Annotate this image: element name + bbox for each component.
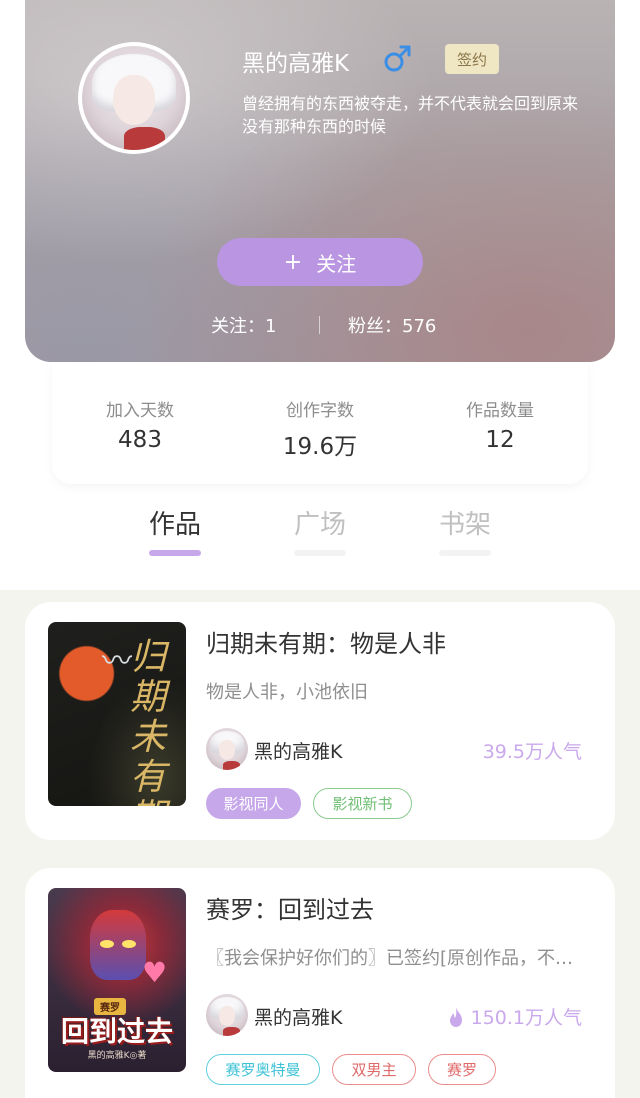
author-name: 黑的高雅K — [254, 1007, 343, 1029]
book-cover[interactable]: 〰 归期未有期 — [48, 622, 186, 806]
profile-bio: 曾经拥有的东西被夺走，并不代表就会回到原来没有那种东西的时候 — [242, 94, 579, 136]
work-title: 赛罗：回到过去 — [206, 896, 374, 924]
popularity-text: 150.1万人气 — [470, 1007, 582, 1029]
tag[interactable]: 赛罗奥特曼 — [206, 1054, 320, 1085]
male-icon — [384, 45, 411, 72]
stat-word-count: 创作字数 19.6万 — [240, 396, 400, 461]
tab-square[interactable]: 广场 — [280, 504, 360, 556]
work-description: 〖我会保护好你们的〗已签约[原创作品，不喜勿喷] — [206, 948, 586, 969]
author-row: 黑的高雅K 150.1万人气 — [206, 994, 586, 1036]
divider — [319, 316, 320, 334]
active-tab-indicator — [149, 550, 201, 556]
author-avatar — [206, 994, 248, 1036]
stat-label: 创作字数 — [286, 401, 354, 421]
heart-icon: ♥ — [142, 956, 168, 989]
work-title: 归期未有期：物是人非 — [206, 630, 446, 658]
stat-works-count: 作品数量 12 — [420, 396, 580, 453]
plus-icon: + — [283, 249, 303, 275]
tag[interactable]: 双男主 — [332, 1054, 416, 1085]
cover-author: 黑的高雅K◎著 — [87, 1051, 147, 1061]
cover-character — [90, 910, 146, 980]
follow-button-label: 关注 — [316, 251, 357, 276]
follow-button[interactable]: + 关注 — [217, 238, 423, 286]
tag[interactable]: 影视新书 — [313, 788, 412, 819]
username: 黑的高雅K — [242, 51, 350, 77]
popularity-text: 39.5万人气 — [482, 741, 582, 763]
avatar-image — [82, 46, 186, 150]
tag[interactable]: 影视同人 — [206, 788, 301, 819]
cover-title: 回到过去 — [60, 1015, 173, 1048]
popularity: 39.5万人气 — [483, 737, 582, 764]
tab-label: 广场 — [293, 510, 346, 540]
following-count[interactable]: 关注：1 — [211, 312, 276, 338]
tab-label: 书架 — [438, 510, 491, 540]
author-avatar — [206, 728, 248, 770]
work-card[interactable]: ♥ 赛罗 回到过去 黑的高雅K◎著 赛罗：回到过去 〖我会保护好你们的〗已签约[… — [25, 868, 615, 1098]
tab-indicator-inactive — [439, 550, 491, 556]
stats-card: 加入天数 483 创作字数 19.6万 作品数量 12 — [52, 362, 588, 484]
tag[interactable]: 赛罗 — [428, 1054, 496, 1085]
stat-label: 作品数量 — [466, 401, 534, 421]
fans-count[interactable]: 粉丝：576 — [348, 312, 436, 338]
cover-title: 归期未有期 — [129, 637, 166, 807]
profile-header: 黑的高雅K 签约 曾经拥有的东西被夺走，并不代表就会回到原来没有那种东西的时候 … — [25, 0, 615, 362]
work-card[interactable]: 〰 归期未有期 归期未有期：物是人非 物是人非，小池依旧 黑的高雅K 39.5万… — [25, 602, 615, 840]
work-description: 物是人非，小池依旧 — [206, 682, 368, 703]
author-row: 黑的高雅K 39.5万人气 — [206, 728, 586, 770]
stat-value: 12 — [485, 427, 515, 453]
popularity: 150.1万人气 — [447, 1003, 582, 1030]
stat-value: 483 — [118, 427, 162, 453]
book-cover[interactable]: ♥ 赛罗 回到过去 黑的高雅K◎著 — [48, 888, 186, 1072]
tag-list: 影视同人 影视新书 — [206, 788, 606, 820]
profile-tabs: 作品 广场 书架 — [0, 504, 640, 564]
follow-stats: 关注：1 粉丝：576 — [25, 312, 615, 338]
stat-label: 加入天数 — [106, 401, 174, 421]
signed-badge: 签约 — [445, 44, 499, 74]
tab-label: 作品 — [148, 510, 201, 540]
stat-value: 19.6万 — [282, 434, 358, 460]
tag-list: 赛罗奥特曼 双男主 赛罗 — [206, 1054, 606, 1086]
author-name: 黑的高雅K — [254, 741, 343, 763]
stat-join-days: 加入天数 483 — [60, 396, 220, 453]
tab-bookshelf[interactable]: 书架 — [425, 504, 505, 556]
profile-avatar[interactable] — [78, 42, 190, 154]
tab-indicator-inactive — [294, 550, 346, 556]
tab-works[interactable]: 作品 — [135, 504, 215, 556]
flame-icon — [449, 1006, 462, 1027]
